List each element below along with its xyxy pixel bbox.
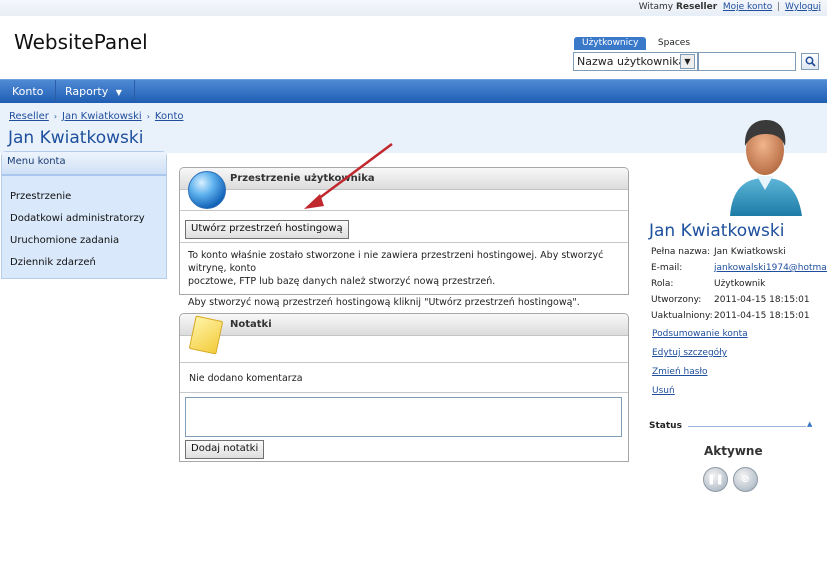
- field-value: Jan Kwiatkowski: [714, 247, 786, 257]
- collapse-icon[interactable]: ▲: [807, 420, 812, 428]
- sidebar-item-admins[interactable]: Dodatkowi administratorzy: [2, 208, 166, 230]
- annotation-arrow-icon: [304, 142, 393, 209]
- separator: |: [777, 2, 781, 12]
- search-tabs: Użytkownicy Spaces: [574, 35, 698, 50]
- field-label: E-mail:: [651, 263, 683, 273]
- search-select-value: Nazwa użytkownika: [577, 55, 686, 68]
- search-input[interactable]: [698, 52, 796, 71]
- status-heading: Status: [649, 421, 682, 431]
- pause-icon: ❚❚: [707, 474, 724, 485]
- notes-textarea[interactable]: [185, 397, 622, 437]
- create-space-button[interactable]: Utwórz przestrzeń hostingową: [185, 220, 349, 239]
- breadcrumb-user[interactable]: Jan Kwiatkowski: [62, 111, 142, 122]
- user-field-fullname: Pełna nazwa: Jan Kwiatkowski: [651, 247, 786, 257]
- spaces-panel-header: Przestrzenie użytkownika: [180, 168, 628, 209]
- change-password-link[interactable]: Zmień hasło: [652, 367, 708, 377]
- breadcrumb-separator-icon: ›: [146, 112, 150, 121]
- pause-button[interactable]: ❚❚: [703, 467, 728, 492]
- chevron-down-icon[interactable]: ▼: [680, 54, 695, 69]
- account-summary-link[interactable]: Podsumowanie konta: [652, 329, 748, 339]
- spaces-info-line-2: pocztowe, FTP lub bazę danych należ stwo…: [188, 276, 496, 287]
- welcome-user: Reseller: [675, 2, 718, 12]
- breadcrumb-separator-icon: ›: [53, 112, 58, 121]
- globe-icon: [188, 171, 226, 209]
- stop-button[interactable]: ⊘: [733, 467, 758, 492]
- field-label: Utworzony:: [651, 295, 702, 305]
- divider: [180, 362, 628, 363]
- spaces-info-text: To konto właśnie zostało stworzone i nie…: [188, 249, 626, 309]
- spaces-info-line-3: Aby stworzyć nową przestrzeń hostingową …: [188, 297, 580, 308]
- field-label: Pełna nazwa:: [651, 247, 711, 257]
- notes-panel-header: Notatki: [180, 314, 628, 355]
- sidebar-item-audit-log[interactable]: Dziennik zdarzeń: [2, 252, 166, 274]
- stop-icon: ⊘: [741, 474, 750, 485]
- user-field-email: E-mail: jankowalski1974@hotmail.c: [651, 263, 827, 273]
- user-name: Jan Kwiatkowski: [649, 221, 785, 241]
- sidebar-item-tasks[interactable]: Uruchomione zadania: [2, 230, 166, 252]
- breadcrumb-account[interactable]: Konto: [155, 111, 184, 122]
- nav-item-raporty[interactable]: Raporty ▼: [53, 80, 135, 103]
- breadcrumb-reseller[interactable]: Reseller: [9, 111, 49, 122]
- delete-link[interactable]: Usuń: [652, 386, 675, 396]
- field-label: Uaktualniony:: [651, 311, 713, 321]
- spaces-info-line-1: To konto właśnie zostało stworzone i nie…: [188, 250, 604, 274]
- status-divider: [688, 426, 806, 427]
- status-value: Aktywne: [704, 444, 763, 458]
- tab-users[interactable]: Użytkownicy: [574, 37, 647, 50]
- account-menu-title: Menu konta: [2, 152, 166, 176]
- user-avatar-icon: [730, 120, 802, 216]
- field-value: 2011-04-15 18:15:01: [714, 295, 810, 305]
- search-type-select[interactable]: Nazwa użytkownika ▼: [573, 52, 698, 71]
- divider: [180, 210, 628, 211]
- edit-details-link[interactable]: Edytuj szczegóły: [652, 348, 727, 358]
- notes-panel-title: Notatki: [230, 319, 272, 330]
- divider: [180, 242, 628, 243]
- nav-item-label: Konto: [12, 85, 44, 98]
- add-note-button[interactable]: Dodaj notatki: [185, 440, 265, 459]
- notes-empty-text: Nie dodano komentarza: [189, 373, 303, 384]
- field-value: 2011-04-15 18:15:01: [714, 311, 810, 321]
- tab-spaces[interactable]: Spaces: [650, 37, 698, 50]
- my-account-link[interactable]: Moje konto: [723, 2, 772, 12]
- nav-item-label: Raporty: [65, 85, 109, 98]
- notes-panel: Notatki Nie dodano komentarza Dodaj nota…: [179, 313, 629, 462]
- note-icon: [188, 315, 224, 355]
- logo[interactable]: WebsitePanel: [14, 30, 148, 54]
- divider: [180, 392, 628, 393]
- field-value: Użytkownik: [714, 279, 766, 289]
- user-field-created: Utworzony: 2011-04-15 18:15:01: [651, 295, 810, 305]
- user-field-updated: Uaktualniony:2011-04-15 18:15:01: [651, 311, 810, 321]
- nav-item-konto[interactable]: Konto: [0, 80, 57, 103]
- user-field-role: Rola: Użytkownik: [651, 279, 765, 289]
- account-menu: Menu konta Przestrzenie Dodatkowi admini…: [1, 151, 167, 279]
- email-link[interactable]: jankowalski1974@hotmail.c: [714, 263, 827, 273]
- search-button[interactable]: [801, 53, 819, 70]
- field-label: Rola:: [651, 279, 674, 289]
- welcome-bar: Witamy Reseller Moje konto | Wyloguj: [639, 2, 821, 12]
- sidebar-item-spaces[interactable]: Przestrzenie: [2, 186, 166, 208]
- search-icon: [805, 56, 816, 67]
- page-title: Jan Kwiatkowski: [8, 128, 144, 148]
- welcome-prefix: Witamy: [638, 2, 674, 12]
- main-nav: Konto Raporty ▼: [0, 79, 827, 103]
- caret-down-icon: ▼: [115, 88, 122, 97]
- spaces-panel: Przestrzenie użytkownika Utwórz przestrz…: [179, 167, 629, 308]
- breadcrumb: Reseller › Jan Kwiatkowski › Konto: [9, 111, 183, 122]
- logout-link[interactable]: Wyloguj: [785, 2, 821, 12]
